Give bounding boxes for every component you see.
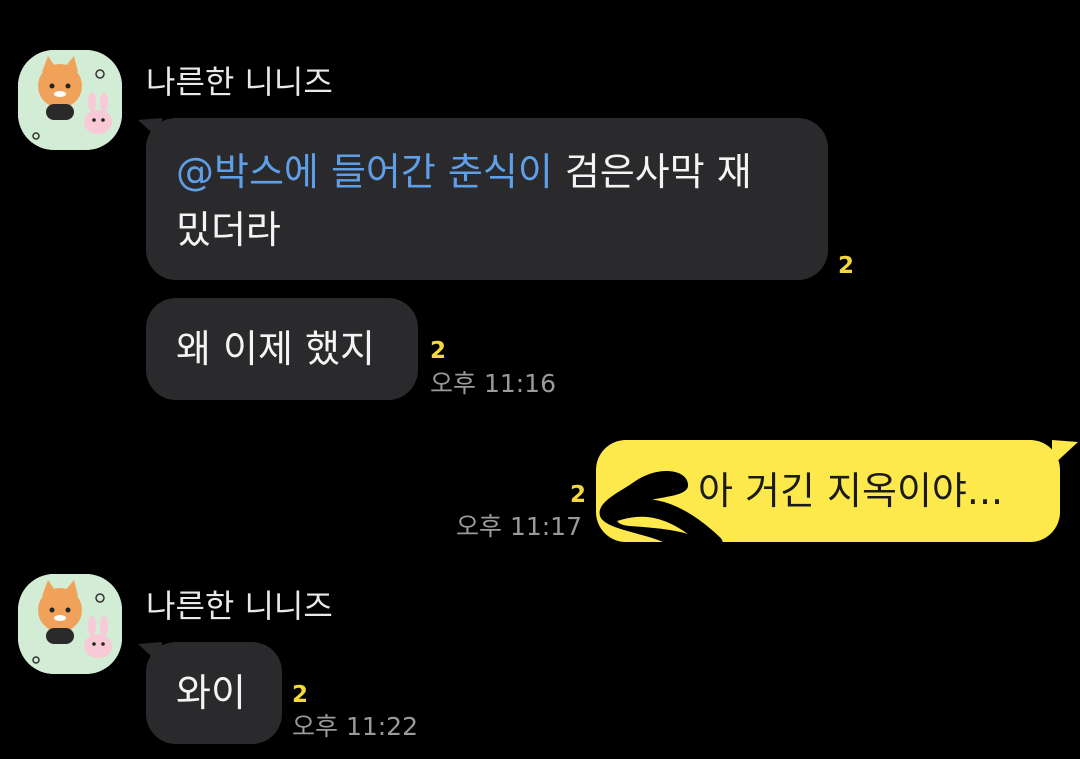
message-text: 왜 이제 했지 (176, 327, 375, 371)
message-text-line2: 밌더라 (176, 208, 281, 252)
unread-count: 2 (292, 682, 309, 708)
message-text: 검은사막 재 (552, 150, 752, 194)
ninize-avatar-icon (18, 574, 122, 674)
mention-link[interactable]: @박스에 들어간 춘식이 (176, 150, 553, 194)
sender-name[interactable]: 나른한 니니즈 (146, 590, 333, 622)
profile-avatar[interactable] (18, 574, 122, 674)
message-bubble[interactable]: 왜 이제 했지 (146, 298, 418, 400)
message-bubble[interactable]: @박스에 들어간 춘식이 검은사막 재 밌더라 (146, 118, 828, 280)
message-text-line1: @박스에 들어간 춘식이 검은사막 재 (176, 143, 798, 201)
message-text: 와이 (176, 671, 246, 715)
my-message-bubble[interactable]: 아 거긴 지옥이야... (596, 440, 1060, 542)
message-bubble[interactable]: 와이 (146, 642, 282, 744)
timestamp: 오후 11:22 (292, 712, 418, 741)
sender-name[interactable]: 나른한 니니즈 (146, 66, 333, 98)
unread-count: 2 (430, 338, 447, 364)
profile-avatar[interactable] (18, 50, 122, 150)
ninize-avatar-icon (18, 50, 122, 150)
timestamp: 오후 11:17 (456, 512, 582, 541)
message-text: 아 거긴 지옥이야... (698, 469, 1004, 513)
unread-count: 2 (570, 482, 587, 508)
unread-count: 2 (838, 253, 855, 279)
bubble-tail (1052, 440, 1078, 466)
timestamp: 오후 11:16 (430, 369, 556, 398)
